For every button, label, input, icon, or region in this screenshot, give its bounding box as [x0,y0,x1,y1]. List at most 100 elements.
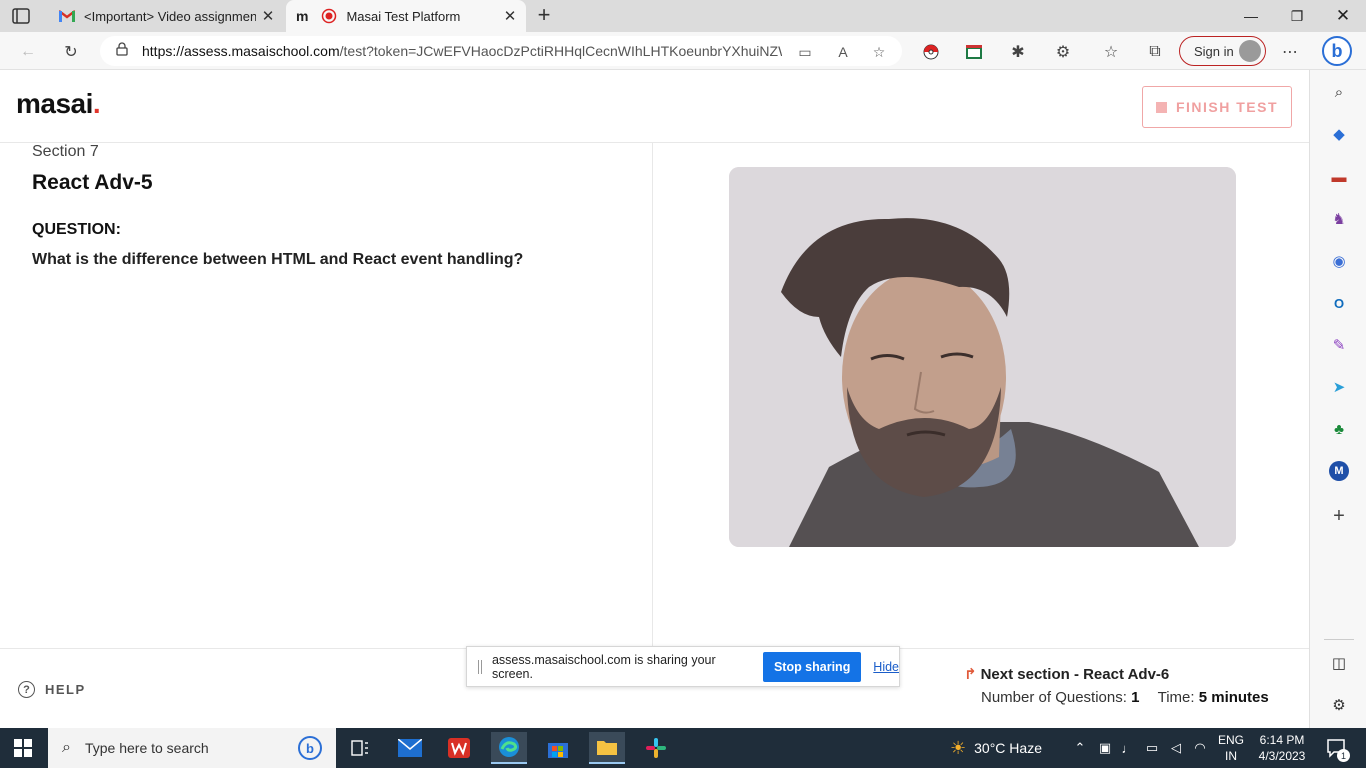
taskbar-search-box[interactable]: ⌕ Type here to search b [48,728,336,768]
mail-app-icon[interactable] [392,732,428,764]
bing-copilot-icon[interactable]: b [1322,36,1352,66]
wps-office-icon[interactable] [441,732,477,764]
notification-badge: 1 [1337,749,1350,762]
avatar [1239,40,1261,62]
clock[interactable]: 6:14 PM 4/3/2023 [1250,732,1314,764]
questions-count: 1 [1131,689,1140,706]
questions-label: Number of Questions: [981,689,1127,706]
wifi-icon[interactable]: ◠ [1190,728,1210,768]
language-indicator[interactable]: ENG IN [1214,732,1248,764]
recording-icon [320,8,338,24]
microphone-icon[interactable]: ♩ [1118,728,1138,768]
battery-icon[interactable]: ▭ [1142,728,1162,768]
browser-sidebar: ⌕ ◆ ▬ ♞ ◉ O ✎ ➤ ♣ M + ◫ ⚙ [1309,70,1366,728]
slack-icon[interactable] [638,732,674,764]
lock-icon [116,41,128,61]
browser-toolbar: ← ↻ https://assess.masaischool.com/test?… [0,32,1366,70]
hide-link[interactable]: Hide [873,660,899,674]
question-text: What is the difference between HTML and … [32,251,524,268]
screen-sharing-bar: assess.masaischool.com is sharing your s… [466,646,900,687]
telegram-icon[interactable]: ➤ [1328,376,1350,398]
weather-text: 30°C Haze [974,740,1042,756]
windows-taskbar: ⌕ Type here to search b ☀ 30°C Haze ⌃ ▣ … [0,728,1366,768]
bing-search-icon[interactable]: b [298,736,322,760]
games-icon[interactable]: ♞ [1328,208,1350,230]
sign-in-button[interactable]: Sign in [1179,36,1266,66]
next-section-info: ↱ Next section - React Adv-6 [964,666,1170,683]
device-icon[interactable]: ▣ [1095,728,1115,768]
search-placeholder: Type here to search [84,740,209,756]
read-aloud-icon[interactable]: A [834,43,852,61]
edge-browser-icon[interactable] [491,732,527,764]
help-label: HELP [45,682,86,697]
address-bar[interactable]: https://assess.masaischool.com/test?toke… [100,36,902,66]
windows-start-icon[interactable] [14,739,32,757]
time-label: Time: [1157,689,1195,706]
m-app-icon[interactable]: M [1328,460,1350,482]
section-number: Section 7 [32,143,99,160]
favorites-icon[interactable]: ☆ [1098,39,1124,65]
bug-extension-icon[interactable]: ✱ [1005,39,1031,65]
help-button[interactable]: ? HELP [18,681,86,698]
add-favorite-icon[interactable]: ☆ [870,43,888,61]
close-tab-icon[interactable]: ✕ [498,4,522,28]
collections-icon[interactable]: ⧉ [1142,39,1168,65]
refresh-icon[interactable]: ↻ [58,39,84,65]
toolbox-icon[interactable]: ▬ [1328,166,1350,188]
stop-sharing-button[interactable]: Stop sharing [762,651,862,682]
minimize-icon[interactable]: — [1228,0,1274,32]
close-tab-icon[interactable]: ✕ [256,4,280,28]
notification-icon[interactable]: 1 [1322,728,1352,768]
settings-icon[interactable]: ⚙ [1328,694,1350,716]
tab-masai[interactable]: m Masai Test Platform ✕ [286,0,526,32]
search-icon[interactable]: ⌕ [1328,81,1350,103]
outlook-icon[interactable]: O [1328,292,1350,314]
tab-strip: <Important> Video assignment ✕ m Masai T… [0,0,1366,32]
question-label: QUESTION: [32,221,121,238]
page-header: masai. FINISH TEST [0,70,1309,143]
volume-icon[interactable]: ◁ [1166,728,1186,768]
new-tab-icon[interactable]: + [532,4,556,28]
next-arrow-icon: ↱ [964,666,977,683]
tab-title: Masai Test Platform [346,8,461,24]
designer-icon[interactable]: ✎ [1328,334,1350,356]
spreadsheet-extension-icon[interactable] [961,39,987,65]
test-page: masai. FINISH TEST Section 7 React Adv-5… [0,70,1309,728]
back-icon[interactable]: ← [15,39,41,65]
pokeball-extension-icon[interactable] [918,39,944,65]
question-panel: Section 7 React Adv-5 QUESTION: What is … [0,143,653,648]
file-explorer-icon[interactable] [589,732,625,764]
task-view-icon[interactable] [342,732,378,764]
search-icon: ⌕ [62,739,71,756]
extensions-icon[interactable]: ⚙ [1050,39,1076,65]
section-title: React Adv-5 [32,171,153,194]
time-value: 5 minutes [1198,689,1269,706]
finish-test-button[interactable]: FINISH TEST [1142,86,1292,128]
microsoft-store-icon[interactable] [540,732,576,764]
masai-favicon-icon: m [296,8,309,24]
next-section-meta: Number of Questions: 1 Time: 5 minutes [981,689,1269,706]
weather-widget[interactable]: ☀ 30°C Haze [950,728,1042,768]
sharing-message: assess.masaischool.com is sharing your s… [491,652,716,681]
tab-actions-icon[interactable] [12,8,30,24]
video-icon[interactable]: ▭ [796,43,814,61]
clock-date: 4/3/2023 [1258,749,1306,763]
restore-icon[interactable]: ❐ [1274,0,1320,32]
more-menu-icon[interactable]: ⋯ [1277,39,1303,65]
tag-icon[interactable]: ◆ [1328,123,1350,145]
drag-handle-icon[interactable] [478,659,482,674]
tab-gmail[interactable]: <Important> Video assignment ✕ [48,0,284,32]
tab-title: <Important> Video assignment [84,8,256,24]
webcam-preview [729,167,1236,547]
office-icon[interactable]: ◉ [1328,250,1350,272]
add-icon[interactable]: + [1328,505,1350,527]
close-window-icon[interactable]: ✕ [1320,0,1366,32]
split-screen-icon[interactable]: ◫ [1328,652,1350,674]
show-hidden-icons-icon[interactable]: ⌃ [1070,728,1090,768]
help-icon: ? [18,681,35,698]
tree-icon[interactable]: ♣ [1328,418,1350,440]
sign-in-label: Sign in [1194,43,1234,59]
stop-square-icon [1155,101,1167,113]
gmail-icon [58,8,76,24]
url-text: https://assess.masaischool.com/test?toke… [142,43,782,59]
